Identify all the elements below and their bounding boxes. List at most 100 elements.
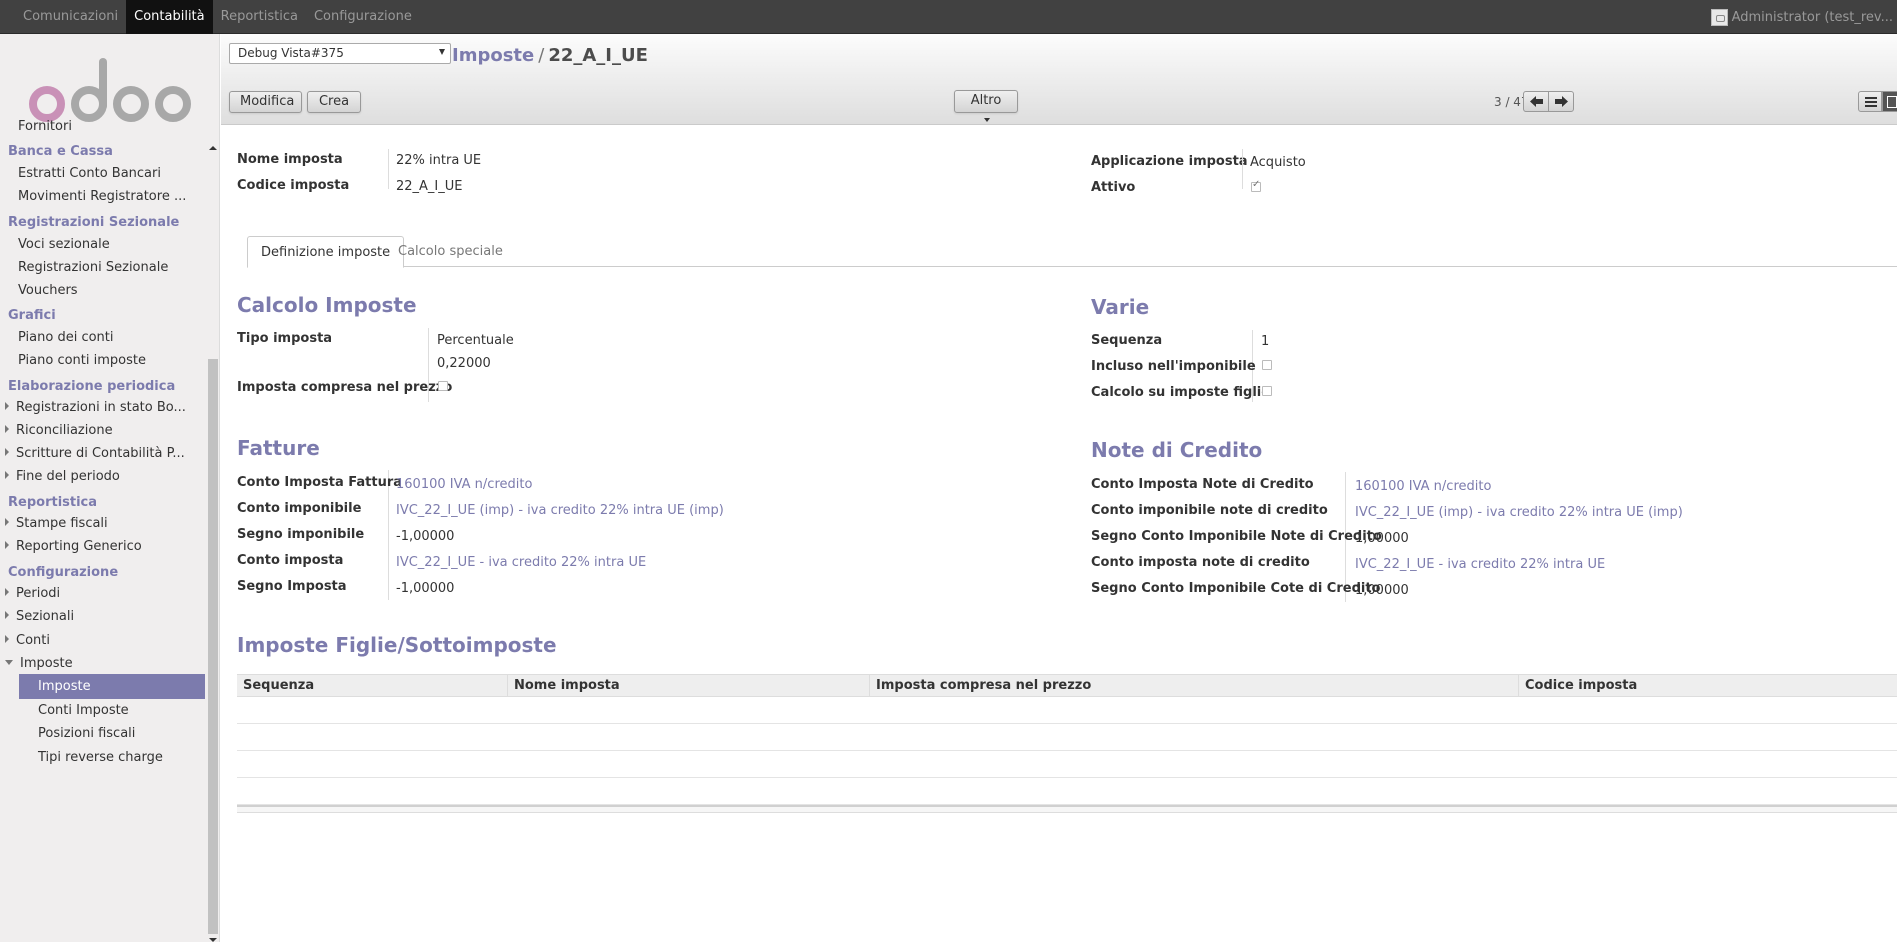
pager-next-button[interactable]	[1548, 91, 1574, 112]
section-note-di-credito: Note di Credito	[1091, 438, 1263, 462]
expand-arrow-icon	[5, 402, 9, 410]
sidebar-item-riconciliazione[interactable]: Riconciliazione	[5, 423, 113, 438]
sidebar-item-label: Scritture di Contabilità P...	[16, 446, 185, 461]
sidebar-item-stampe-fiscali[interactable]: Stampe fiscali	[5, 516, 108, 531]
column-sequenza[interactable]: Sequenza	[237, 675, 508, 697]
sidebar-item-tipi-reverse-charge[interactable]: Tipi reverse charge	[38, 750, 163, 765]
field-tipo-imposta: Percentuale	[437, 333, 514, 348]
avatar	[1710, 8, 1728, 26]
user-name: Administrator (test_rev...	[1731, 9, 1893, 25]
field-conto-imponibile-note-credito[interactable]: IVC_22_I_UE (imp) - iva credito 22% intr…	[1355, 505, 1683, 520]
field-conto-imponibile[interactable]: IVC_22_I_UE (imp) - iva credito 22% intr…	[396, 503, 724, 518]
odoo-logo[interactable]	[25, 54, 195, 124]
field-segno-conto-imponibile-nc: 1,00000	[1355, 531, 1409, 546]
collapse-arrow-icon	[5, 660, 13, 665]
section-banca-cassa: Banca e Cassa	[8, 144, 113, 159]
sidebar-item-sezionali[interactable]: Sezionali	[5, 609, 74, 624]
column-nome-imposta[interactable]: Nome imposta	[508, 675, 870, 697]
edit-button[interactable]: Modifica	[229, 91, 302, 113]
scroll-down-icon[interactable]	[209, 938, 217, 942]
control-panel: Debug Vista#375 Imposte/22_A_I_UE Modifi…	[221, 34, 1897, 125]
sidebar-item-label: Riconciliazione	[16, 423, 113, 438]
user-menu[interactable]: Administrator (test_rev...	[1710, 0, 1897, 34]
field-conto-imposta-fattura[interactable]: 160100 IVA n/credito	[396, 477, 532, 492]
sidebar-item-periodi[interactable]: Periodi	[5, 586, 60, 601]
section-varie: Varie	[1091, 295, 1150, 319]
sidebar-item-piano-conti[interactable]: Piano dei conti	[18, 330, 114, 345]
field-segno-imponibile: -1,00000	[396, 529, 455, 544]
scroll-up-icon[interactable]	[209, 146, 217, 150]
list-view-icon	[1865, 97, 1877, 107]
label-conto-imposta: Conto imposta	[237, 553, 344, 568]
label-conto-imponibile: Conto imponibile	[237, 501, 362, 516]
tab-calcolo-speciale[interactable]: Calcolo speciale	[385, 236, 516, 267]
sidebar-item-label: Sezionali	[16, 609, 75, 624]
sidebar-item-label: Stampe fiscali	[16, 516, 108, 531]
sidebar-item-conti-imposte[interactable]: Conti Imposte	[38, 703, 129, 718]
field-segno-imposta: -1,00000	[396, 581, 455, 596]
field-importo: 0,22000	[437, 356, 491, 371]
debug-view-select[interactable]: Debug Vista#375	[229, 43, 451, 64]
create-button[interactable]: Crea	[307, 91, 361, 113]
list-view-button[interactable]	[1858, 91, 1882, 112]
section-fatture: Fatture	[237, 436, 320, 460]
sidebar-item-posizioni-fiscali[interactable]: Posizioni fiscali	[38, 726, 135, 741]
menu-comunicazioni[interactable]: Comunicazioni	[15, 0, 126, 34]
sidebar-item-registrazioni-bozza[interactable]: Registrazioni in stato Bo...	[5, 400, 186, 415]
column-codice-imposta[interactable]: Codice imposta	[1519, 675, 1897, 697]
sidebar-item-estratti-conto[interactable]: Estratti Conto Bancari	[18, 166, 161, 181]
sidebar-item-label: Conti	[16, 633, 50, 648]
menu-reportistica[interactable]: Reportistica	[213, 0, 306, 34]
sidebar-item-piano-conti-imposte[interactable]: Piano conti imposte	[18, 353, 146, 368]
checkbox-imposta-compresa[interactable]	[438, 381, 448, 391]
sidebar-item-imposte-group[interactable]: Imposte	[5, 656, 73, 671]
sidebar-item-fornitori[interactable]: Fornitori	[18, 119, 72, 134]
field-divider	[388, 149, 389, 189]
section-calcolo-imposte: Calcolo Imposte	[237, 293, 417, 317]
form-view: Nome imposta 22% intra UE Codice imposta…	[221, 125, 1897, 942]
checkbox-attivo[interactable]	[1251, 179, 1261, 192]
checkbox-calcolo-imposte-figlie[interactable]	[1262, 386, 1272, 396]
section-imposte-figlie: Imposte Figlie/Sottoimposte	[237, 633, 557, 657]
sidebar-item-reporting-generico[interactable]: Reporting Generico	[5, 539, 142, 554]
table-row	[237, 778, 1897, 805]
field-conto-imposta-nc[interactable]: IVC_22_I_UE - iva credito 22% intra UE	[1355, 557, 1605, 572]
expand-arrow-icon	[5, 635, 9, 643]
label-conto-imponibile-note-credito: Conto imponibile note di credito	[1091, 503, 1328, 518]
sidebar-scrollbar-thumb[interactable]	[208, 359, 218, 934]
breadcrumb-parent-link[interactable]: Imposte	[452, 45, 534, 66]
sidebar-item-label: Registrazioni in stato Bo...	[16, 400, 186, 415]
field-conto-imposta-note-credito[interactable]: 160100 IVA n/credito	[1355, 479, 1491, 494]
tab-definizione-imposte[interactable]: Definizione imposte	[247, 236, 405, 268]
more-dropdown-button[interactable]: Altro	[954, 90, 1018, 122]
sidebar-item-label: Reporting Generico	[16, 539, 142, 554]
sidebar-item-voci-sezionale[interactable]: Voci sezionale	[18, 237, 110, 252]
column-imposta-compresa[interactable]: Imposta compresa nel prezzo	[870, 675, 1519, 697]
form-view-icon	[1887, 96, 1897, 108]
debug-view-value: Debug Vista#375	[238, 46, 344, 60]
sidebar-item-registrazioni-sezionale[interactable]: Registrazioni Sezionale	[18, 260, 168, 275]
checkbox-incluso-imponibile[interactable]	[1262, 360, 1272, 370]
sidebar-item-scritture-contabilita[interactable]: Scritture di Contabilità P...	[5, 446, 185, 461]
expand-arrow-icon	[5, 541, 9, 549]
sidebar-item-movimenti-registratore[interactable]: Movimenti Registratore ...	[18, 189, 186, 204]
arrow-left-icon	[1530, 96, 1543, 107]
label-conto-imposta-note-credito: Conto Imposta Note di Credito	[1091, 477, 1314, 492]
menu-contabilita[interactable]: Contabilità	[126, 0, 213, 34]
caret-down-icon	[984, 118, 990, 122]
field-conto-imposta[interactable]: IVC_22_I_UE - iva credito 22% intra UE	[396, 555, 646, 570]
caret-down-icon	[439, 49, 445, 55]
field-divider	[1242, 149, 1243, 189]
sidebar-item-imposte-selected[interactable]: Imposte	[19, 674, 205, 699]
sidebar-item-vouchers[interactable]: Vouchers	[18, 283, 78, 298]
expand-arrow-icon	[5, 611, 9, 619]
sidebar-item-fine-periodo[interactable]: Fine del periodo	[5, 469, 120, 484]
sidebar-item-conti[interactable]: Conti	[5, 633, 50, 648]
section-registrazioni-sezionale: Registrazioni Sezionale	[8, 215, 180, 230]
form-view-button[interactable]	[1882, 91, 1897, 112]
label-tipo-imposta: Tipo imposta	[237, 331, 333, 346]
pager-previous-button[interactable]	[1523, 91, 1549, 112]
label-sequenza: Sequenza	[1091, 333, 1163, 348]
menu-configurazione[interactable]: Configurazione	[306, 0, 420, 34]
breadcrumb: Imposte/22_A_I_UE	[452, 45, 648, 66]
